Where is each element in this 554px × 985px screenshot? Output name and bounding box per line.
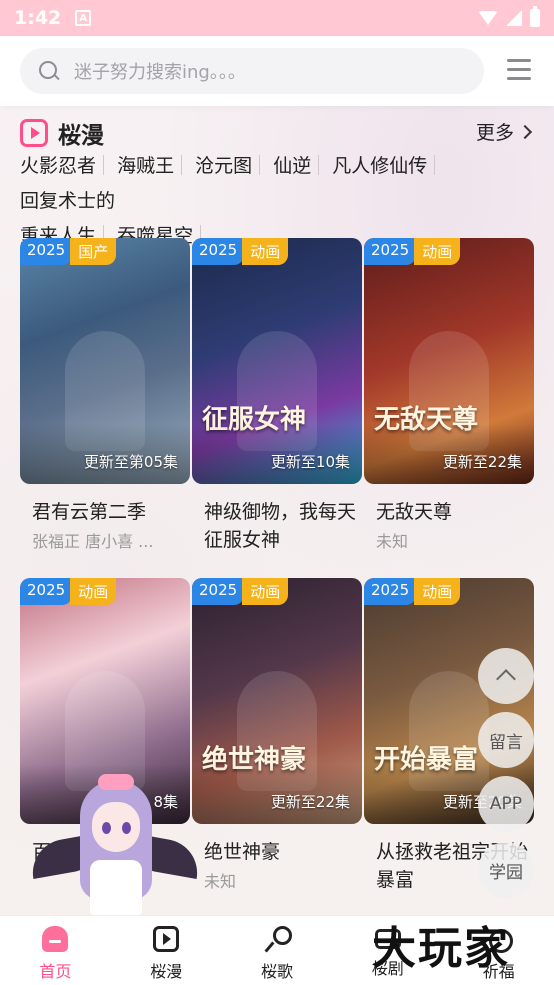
anime-card[interactable]: 征服女神 2025 动画 更新至10集 神级御物，我每天征服女神: [192, 238, 362, 556]
school-label: 学园: [489, 862, 523, 883]
update-status: 更新至第05集: [83, 453, 178, 471]
type-badge: 动画: [70, 578, 117, 605]
tag-item[interactable]: 回复术士的: [20, 184, 115, 219]
wifi-icon: [478, 11, 498, 25]
cover-image[interactable]: 绝世神豪 2025 动画 更新至22集: [192, 578, 362, 824]
card-title[interactable]: 君有云第二季: [20, 498, 190, 526]
year-badge: 2025: [364, 578, 417, 605]
year-badge: 2025: [20, 578, 73, 605]
nav-label: 桜漫: [150, 962, 183, 981]
battery-icon: [530, 6, 540, 27]
play-icon: [153, 926, 180, 952]
microphone-icon: [264, 926, 292, 952]
card-cast: 未知: [204, 872, 237, 891]
card-title[interactable]: 无敌天尊: [364, 498, 534, 526]
card-cast: 未知: [376, 532, 409, 551]
year-badge: 2025: [20, 238, 73, 265]
type-badge: 动画: [414, 578, 461, 605]
message-button[interactable]: 留言: [478, 712, 534, 768]
tag-item[interactable]: 凡人修仙传: [332, 149, 427, 184]
play-icon: [20, 119, 48, 147]
nav-anime[interactable]: 桜漫: [111, 916, 222, 985]
cover-image[interactable]: 无敌天尊 2025 动画 更新至22集: [364, 238, 534, 484]
app-button[interactable]: APP: [478, 776, 534, 832]
nav-music[interactable]: 桜歌: [222, 916, 333, 985]
card-cast: 张福正 唐小喜 ...: [32, 532, 154, 551]
update-status: 更新至22集: [270, 793, 350, 811]
tag-item[interactable]: 火影忍者: [20, 149, 96, 184]
signal-icon: [506, 10, 522, 26]
app-label: APP: [489, 794, 523, 814]
type-badge: 动画: [242, 238, 289, 265]
type-badge: 国产: [70, 238, 117, 265]
type-badge: 动画: [242, 578, 289, 605]
cover-image[interactable]: 征服女神 2025 动画 更新至10集: [192, 238, 362, 484]
card-title[interactable]: 神级御物，我每天征服女神: [192, 498, 362, 554]
tag-item[interactable]: 海贼王: [117, 149, 174, 184]
update-status: 更新至10集: [270, 453, 350, 471]
search-icon: [38, 60, 60, 82]
nav-label: 首页: [39, 962, 72, 981]
more-button[interactable]: 更多: [476, 118, 533, 145]
search-placeholder[interactable]: 迷子努力搜索ing。。。: [74, 58, 246, 84]
anime-card[interactable]: 无敌天尊 2025 动画 更新至22集 无敌天尊 未知: [364, 238, 534, 552]
chevron-right-icon: [517, 124, 533, 139]
update-status: 更新至22集: [442, 453, 522, 471]
anime-card[interactable]: 绝世神豪 2025 动画 更新至22集 绝世神豪 未知: [192, 578, 362, 892]
year-badge: 2025: [192, 238, 245, 265]
scroll-top-button[interactable]: [478, 648, 534, 704]
search-bar[interactable]: 迷子努力搜索ing。。。: [20, 48, 484, 94]
notification-icon: A: [75, 10, 92, 26]
status-time: 1:42: [14, 7, 62, 29]
cover-image[interactable]: 2025 国产 更新至第05集: [20, 238, 190, 484]
card-title[interactable]: 绝世神豪: [192, 838, 362, 866]
section-header: 桜漫: [20, 116, 104, 150]
menu-icon[interactable]: [507, 59, 531, 81]
tag-item[interactable]: 沧元图: [195, 149, 252, 184]
nav-home[interactable]: 首页: [0, 916, 111, 985]
section-title: 桜漫: [58, 123, 104, 149]
watermark-logo: 大玩家: [372, 923, 510, 974]
mascot-character[interactable]: [27, 774, 203, 915]
status-bar: 1:42 A: [0, 0, 554, 36]
nav-label: 桜歌: [260, 962, 293, 981]
year-badge: 2025: [364, 238, 417, 265]
message-label: 留言: [489, 732, 523, 753]
app-header: 迷子努力搜索ing。。。: [0, 36, 554, 106]
type-badge: 动画: [414, 238, 461, 265]
anime-card[interactable]: 2025 国产 更新至第05集 君有云第二季 张福正 唐小喜 ...: [20, 238, 190, 552]
more-label: 更多: [476, 122, 515, 144]
tag-item[interactable]: 仙逆: [273, 149, 311, 184]
home-icon: [42, 926, 69, 952]
school-button[interactable]: 学园: [478, 842, 534, 898]
year-badge: 2025: [192, 578, 245, 605]
chevron-up-icon: [496, 669, 516, 689]
status-icons: [478, 6, 540, 27]
